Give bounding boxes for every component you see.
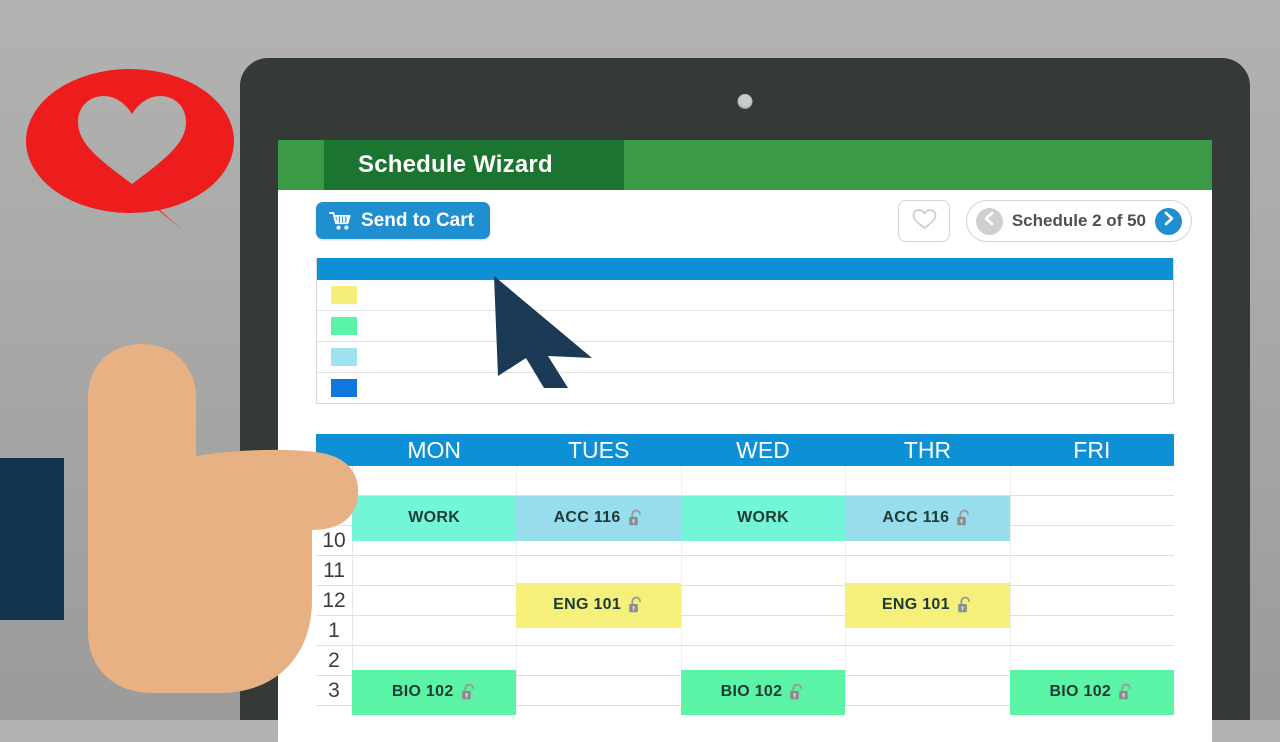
calendar-event-block[interactable]: BIO 102 (1009, 670, 1174, 715)
unlocked-padlock-icon[interactable] (789, 683, 805, 701)
calendar-event-block[interactable]: WORK (352, 496, 517, 541)
webcam-dot-icon (737, 94, 753, 109)
calendar-event-block[interactable]: BIO 102 (352, 670, 517, 715)
calendar-event-label: ENG 101 (881, 596, 950, 614)
unlocked-padlock-icon[interactable] (956, 509, 972, 527)
favorite-button[interactable] (898, 200, 950, 242)
app-title-bar: Schedule Wizard (278, 140, 1212, 190)
calendar-event-label: WORK (737, 509, 789, 527)
calendar-event-label: BIO 102 (720, 683, 783, 701)
arrow-left-icon (981, 210, 998, 232)
laptop-screen: Schedule Wizard Send to Cart Schedule 2 … (278, 140, 1212, 742)
calendar-event-block[interactable]: ACC 116 (845, 496, 1010, 541)
heart-outline-icon (911, 207, 938, 236)
arrow-right-icon (1160, 210, 1177, 232)
calendar-day-wed: WED (736, 436, 790, 463)
calendar-event-label: ACC 116 (553, 509, 621, 527)
next-schedule-button[interactable] (1155, 207, 1182, 235)
calendar-event-label: WORK (408, 509, 461, 527)
toolbar: Send to Cart Schedule 2 of 50 (278, 190, 1212, 252)
unlocked-padlock-icon[interactable] (628, 596, 644, 614)
calendar-event-label: ACC 116 (882, 509, 950, 527)
calendar-event-block[interactable]: WORK (680, 496, 846, 541)
calendar-grid: 89101112123 WORKACC 116WORKACC 116ENG 10… (316, 466, 1175, 715)
calendar-day-fri: FRI (1073, 436, 1111, 463)
unlocked-padlock-icon[interactable] (957, 596, 973, 614)
table-row[interactable] (317, 342, 1173, 373)
prev-schedule-button[interactable] (975, 207, 1003, 235)
mouse-pointer-icon (482, 272, 607, 390)
calendar-event-block[interactable]: ENG 101 (516, 583, 681, 628)
calendar-event-label: BIO 102 (1049, 683, 1112, 701)
laptop-frame: Schedule Wizard Send to Cart Schedule 2 … (240, 58, 1250, 742)
schedule-counter-label: Schedule 2 of 50 (1011, 211, 1146, 230)
calendar-event-label: BIO 102 (391, 683, 454, 701)
send-to-cart-label: Send to Cart (361, 209, 474, 231)
unlocked-padlock-icon[interactable] (628, 509, 644, 527)
calendar-day-thr: THR (903, 436, 952, 463)
pointing-hand-icon (80, 338, 360, 703)
schedule-navigator: Schedule 2 of 50 (965, 200, 1192, 242)
calendar-day-mon: MON (407, 436, 462, 463)
table-row[interactable] (317, 311, 1173, 342)
course-table (316, 258, 1174, 404)
course-color-swatch (331, 317, 357, 335)
heart-speech-bubble-icon (22, 62, 242, 247)
course-table-header (317, 258, 1173, 280)
table-row[interactable] (317, 373, 1173, 403)
shopping-cart-icon (329, 211, 353, 231)
send-to-cart-button[interactable]: Send to Cart (316, 202, 490, 239)
navy-accent-block (0, 458, 64, 620)
unlocked-padlock-icon[interactable] (1118, 683, 1134, 701)
course-color-swatch (331, 286, 357, 304)
table-row[interactable] (317, 280, 1173, 311)
weekly-calendar: MONTUESWEDTHRFRI 89101112123 WORKACC 116… (316, 434, 1175, 715)
page-title: Schedule Wizard (358, 151, 553, 178)
calendar-event-label: ENG 101 (553, 596, 622, 614)
calendar-event-block[interactable]: ENG 101 (845, 583, 1010, 628)
calendar-event-block[interactable]: BIO 102 (680, 670, 846, 715)
unlocked-padlock-icon[interactable] (461, 683, 477, 701)
calendar-event-block[interactable]: ACC 116 (516, 496, 681, 541)
calendar-day-tues: TUES (567, 436, 630, 463)
calendar-day-header: MON TUES WED THR FRI (316, 434, 1174, 466)
calendar-events-layer: WORK ACC 116 WORK ACC 116 ENG 101 ENG 101 BIO … (352, 466, 1174, 715)
